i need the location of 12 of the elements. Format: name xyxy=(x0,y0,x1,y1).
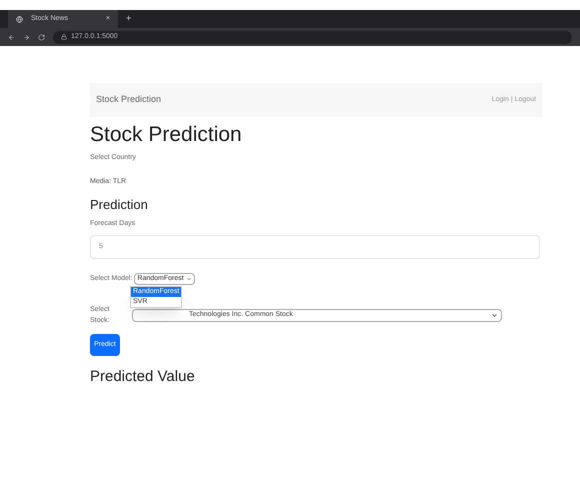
caret-icon xyxy=(186,276,192,282)
section-heading: Predicted Value xyxy=(90,367,196,387)
reload-icon[interactable] xyxy=(38,34,45,40)
forward-icon[interactable] xyxy=(22,34,30,40)
back-icon[interactable] xyxy=(8,34,15,40)
globe-icon xyxy=(16,16,23,22)
lock-icon xyxy=(60,34,67,40)
new-tab-button[interactable]: + xyxy=(126,12,132,26)
caret-icon xyxy=(491,312,498,319)
section-heading: Prediction xyxy=(90,196,149,214)
navbar-brand[interactable]: Stock Prediction xyxy=(96,93,162,107)
page-title: Stock Prediction xyxy=(90,122,243,148)
